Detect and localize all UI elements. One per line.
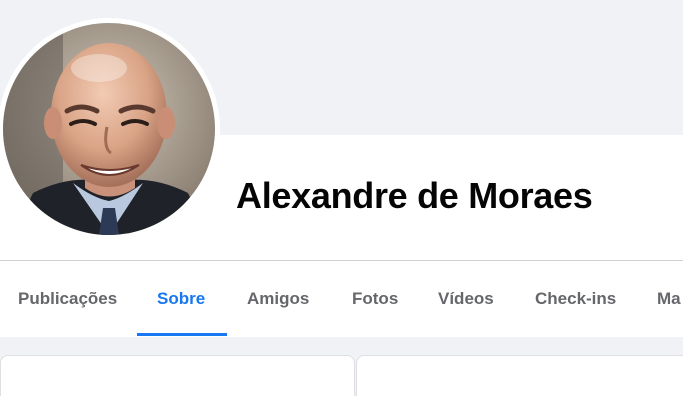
tab-fotos[interactable]: Fotos <box>352 261 398 336</box>
tab-check-ins[interactable]: Check-ins <box>535 261 616 336</box>
tab-videos[interactable]: Vídeos <box>438 261 494 336</box>
profile-tabs: Publicações Sobre Amigos Fotos Vídeos Ch… <box>0 261 683 336</box>
avatar[interactable] <box>3 23 215 235</box>
avatar-photo <box>3 23 215 235</box>
active-tab-indicator <box>137 333 227 336</box>
tab-publicacoes[interactable]: Publicações <box>18 261 117 336</box>
tab-amigos[interactable]: Amigos <box>247 261 309 336</box>
profile-name: Alexandre de Moraes <box>236 175 593 216</box>
tab-more[interactable]: Ma <box>657 261 681 336</box>
tab-sobre[interactable]: Sobre <box>157 261 205 336</box>
